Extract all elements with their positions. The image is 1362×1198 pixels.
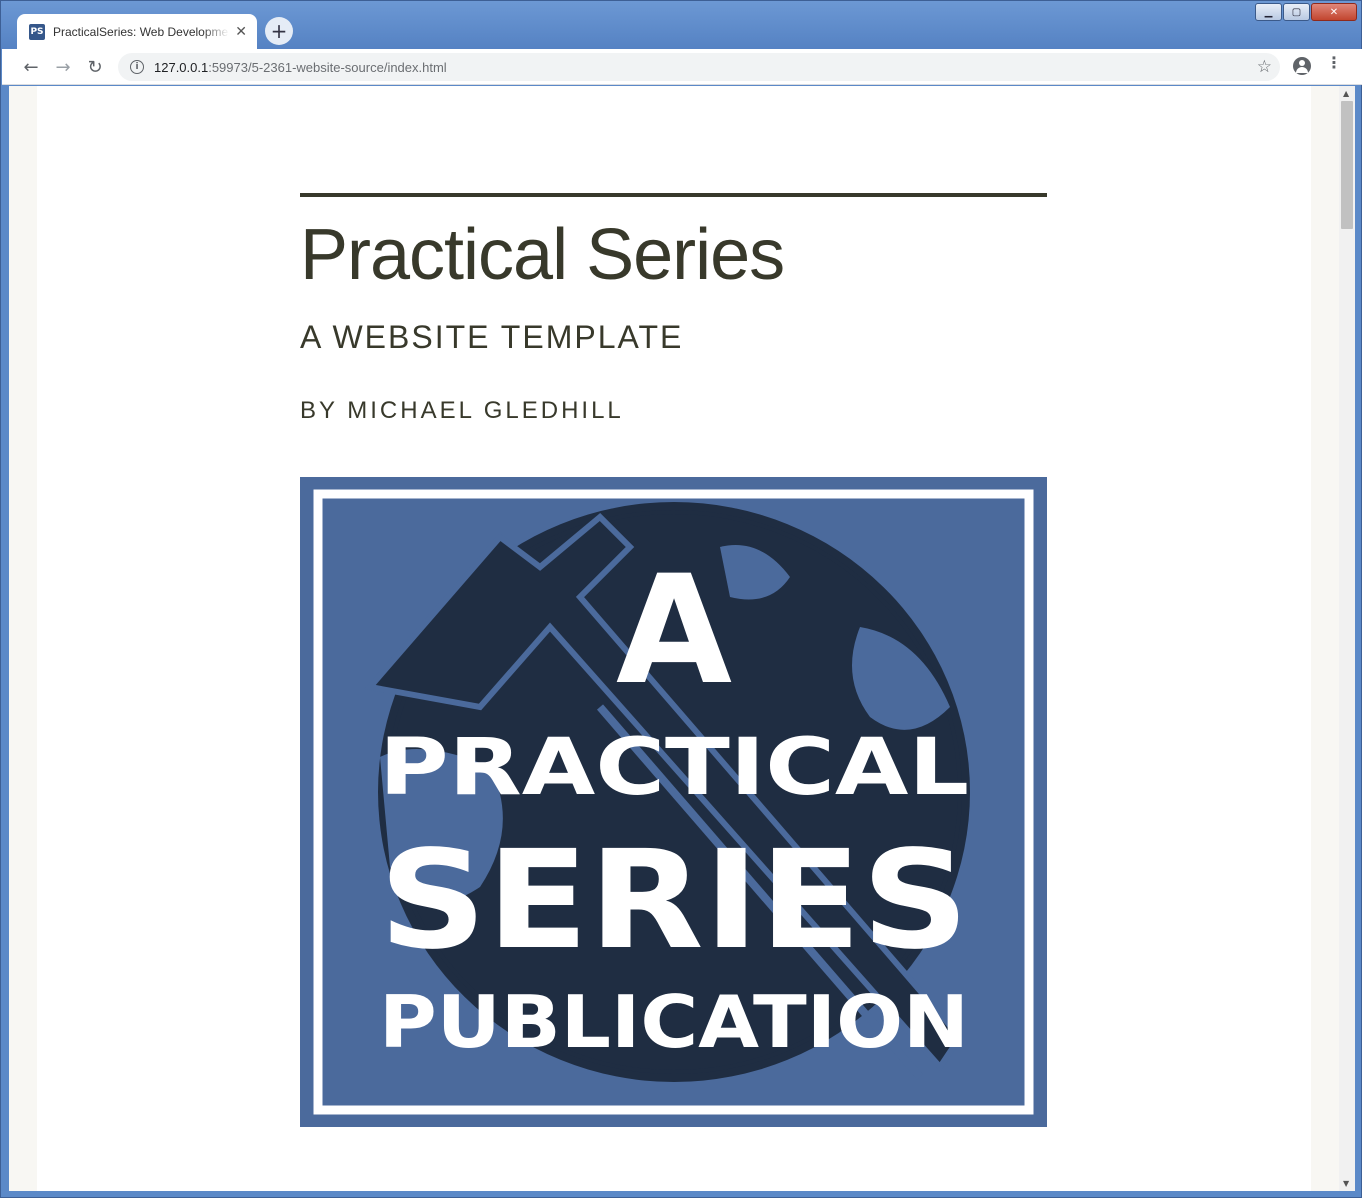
forward-button[interactable]: → bbox=[50, 54, 76, 80]
url-host: 127.0.0.1 bbox=[154, 59, 209, 75]
page-title: Practical Series bbox=[300, 215, 785, 295]
page-subtitle: A WEBSITE TEMPLATE bbox=[300, 319, 684, 355]
tab-title: PracticalSeries: Web Development bbox=[53, 24, 230, 39]
menu-icon[interactable]: ⋮ bbox=[1326, 55, 1342, 71]
main-content: Practical Series A WEBSITE TEMPLATE BY M… bbox=[300, 193, 1047, 1127]
window-controls: ▁ ▢ ✕ bbox=[1255, 3, 1357, 21]
close-window-button[interactable]: ✕ bbox=[1311, 3, 1357, 21]
bookmark-star-icon[interactable]: ☆ bbox=[1257, 57, 1272, 77]
favicon-icon: PS bbox=[29, 23, 45, 40]
title-rule bbox=[300, 193, 1047, 197]
vertical-scrollbar[interactable]: ▲ ▼ bbox=[1339, 86, 1355, 1191]
account-icon[interactable] bbox=[1293, 57, 1311, 75]
cover-text-series: SERIES bbox=[379, 822, 969, 980]
new-tab-button[interactable]: + bbox=[265, 17, 293, 45]
author-byline: BY MICHAEL GLEDHILL bbox=[300, 397, 624, 424]
browser-window: PS PracticalSeries: Web Development ✕ + … bbox=[0, 0, 1362, 1198]
page-viewport: Practical Series A WEBSITE TEMPLATE BY M… bbox=[9, 86, 1355, 1191]
close-tab-icon[interactable]: ✕ bbox=[235, 24, 247, 40]
browser-toolbar: ← → ↻ i 127.0.0.1:59973/5-2361-website-s… bbox=[2, 49, 1362, 85]
minimize-button[interactable]: ▁ bbox=[1255, 3, 1282, 21]
address-bar[interactable]: i 127.0.0.1:59973/5-2361-website-source/… bbox=[118, 53, 1280, 81]
url-text[interactable]: 127.0.0.1:59973/5-2361-website-source/in… bbox=[154, 60, 447, 75]
browser-tab[interactable]: PS PracticalSeries: Web Development ✕ bbox=[17, 14, 257, 49]
info-icon[interactable]: i bbox=[130, 60, 144, 74]
back-button[interactable]: ← bbox=[18, 54, 44, 80]
url-path: :59973/5-2361-website-source/index.html bbox=[208, 59, 447, 75]
scroll-up-icon[interactable]: ▲ bbox=[1343, 89, 1349, 98]
scroll-down-icon[interactable]: ▼ bbox=[1343, 1179, 1349, 1188]
cover-text-publication: PUBLICATION bbox=[379, 980, 969, 1064]
scroll-thumb[interactable] bbox=[1341, 101, 1353, 229]
cover-text-a: A bbox=[616, 544, 732, 718]
maximize-button[interactable]: ▢ bbox=[1283, 3, 1310, 21]
title-bar: PS PracticalSeries: Web Development ✕ + … bbox=[1, 1, 1361, 49]
cover-text-practical: PRACTICAL bbox=[379, 723, 969, 813]
reload-button[interactable]: ↻ bbox=[82, 54, 108, 80]
cover-image: A PRACTICAL SERIES PUBLICATION bbox=[300, 477, 1047, 1127]
page-body: Practical Series A WEBSITE TEMPLATE BY M… bbox=[37, 86, 1311, 1191]
